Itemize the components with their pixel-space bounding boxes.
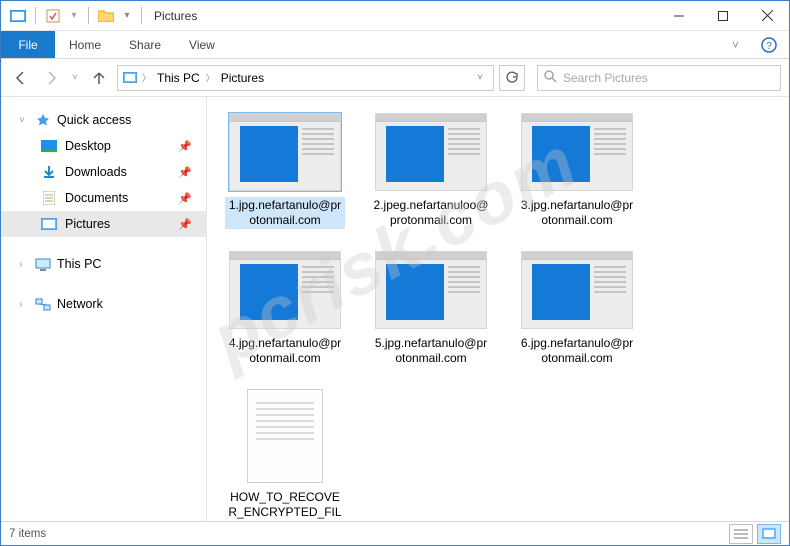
file-name: 2.jpeg.nefartanuloo@protonmail.com	[371, 197, 491, 229]
search-icon	[544, 70, 557, 86]
file-item[interactable]: 4.jpg.nefartanulo@protonmail.com	[223, 251, 347, 367]
status-bar: 7 items	[1, 521, 789, 545]
minimize-button[interactable]	[657, 1, 701, 31]
thumbnails-view-button[interactable]	[757, 524, 781, 544]
folder-dropdown-icon[interactable]: ▾	[121, 10, 133, 21]
qat-divider-2	[88, 7, 89, 25]
address-dropdown-icon[interactable]: ˅	[471, 72, 489, 83]
location-icon	[122, 70, 138, 86]
forward-button[interactable]	[39, 66, 63, 90]
chevron-down-icon[interactable]: ˅	[19, 115, 29, 126]
properties-icon[interactable]	[44, 7, 62, 25]
sidebar-item-pictures[interactable]: Pictures 📌	[1, 211, 206, 237]
details-view-button[interactable]	[729, 524, 753, 544]
file-item[interactable]: 1.jpg.nefartanulo@protonmail.com	[223, 113, 347, 229]
title-bar: ▾ ▾ Pictures	[1, 1, 789, 31]
file-item[interactable]: 2.jpeg.nefartanuloo@protonmail.com	[369, 113, 493, 229]
file-item[interactable]: 3.jpg.nefartanulo@protonmail.com	[515, 113, 639, 229]
sidebar-item-downloads[interactable]: Downloads 📌	[1, 159, 206, 185]
file-name: 1.jpg.nefartanulo@protonmail.com	[225, 197, 345, 229]
chevron-right-icon[interactable]: ›	[19, 259, 29, 270]
tab-home[interactable]: Home	[55, 31, 115, 58]
pictures-icon	[41, 216, 57, 232]
downloads-icon	[41, 164, 57, 180]
back-button[interactable]	[9, 66, 33, 90]
file-name: 4.jpg.nefartanulo@protonmail.com	[225, 335, 345, 367]
tab-share[interactable]: Share	[115, 31, 175, 58]
file-tab[interactable]: File	[1, 31, 55, 58]
documents-icon	[41, 190, 57, 206]
refresh-button[interactable]	[499, 65, 525, 91]
search-box[interactable]	[537, 65, 781, 91]
text-file-icon	[247, 389, 323, 483]
sidebar-item-desktop[interactable]: Desktop 📌	[1, 133, 206, 159]
app-icon	[9, 7, 27, 25]
history-dropdown-icon[interactable]: ˅	[69, 72, 81, 83]
sidebar-quick-access[interactable]: ˅ Quick access	[1, 107, 206, 133]
file-name: 5.jpg.nefartanulo@protonmail.com	[371, 335, 491, 367]
up-button[interactable]	[87, 66, 111, 90]
qat-dropdown-icon[interactable]: ▾	[68, 10, 80, 21]
item-count: 7 items	[9, 528, 46, 540]
file-name: 6.jpg.nefartanulo@protonmail.com	[517, 335, 637, 367]
body: ˅ Quick access Desktop 📌 Downloads 📌 Doc…	[1, 97, 789, 521]
file-list[interactable]: 1.jpg.nefartanulo@protonmail.com 2.jpeg.n…	[207, 97, 789, 521]
file-item[interactable]: 6.jpg.nefartanulo@protonmail.com	[515, 251, 639, 367]
sidebar-this-pc[interactable]: › This PC	[1, 251, 206, 277]
close-button[interactable]	[745, 1, 789, 31]
breadcrumb-this-pc[interactable]: This PC	[155, 71, 202, 85]
star-icon	[35, 112, 51, 128]
ribbon: File Home Share View ˅ ?	[1, 31, 789, 59]
window-title: Pictures	[154, 9, 197, 23]
ribbon-expand-icon[interactable]: ˅	[722, 31, 749, 58]
sidebar-label: Quick access	[57, 113, 131, 127]
address-bar[interactable]: 〉 This PC 〉 Pictures ˅	[117, 65, 494, 91]
search-input[interactable]	[563, 71, 774, 85]
address-bar-row: ˅ 〉 This PC 〉 Pictures ˅	[1, 59, 789, 97]
file-name: HOW_TO_RECOVER_ENCRYPTED_FILES.txt	[225, 489, 345, 521]
breadcrumb-pictures[interactable]: Pictures	[219, 71, 266, 85]
tab-view[interactable]: View	[175, 31, 229, 58]
quick-access-toolbar: ▾ ▾ Pictures	[1, 7, 205, 25]
svg-text:?: ?	[766, 41, 772, 52]
chevron-right-icon[interactable]: 〉	[142, 71, 151, 84]
pin-icon: 📌	[178, 140, 192, 153]
image-thumbnail	[521, 251, 633, 329]
sidebar-network[interactable]: › Network	[1, 291, 206, 317]
chevron-right-icon[interactable]: 〉	[206, 71, 215, 84]
pin-icon: 📌	[178, 166, 192, 179]
network-icon	[35, 296, 51, 312]
image-thumbnail	[229, 251, 341, 329]
computer-icon	[35, 256, 51, 272]
maximize-button[interactable]	[701, 1, 745, 31]
image-thumbnail	[375, 113, 487, 191]
file-item[interactable]: HOW_TO_RECOVER_ENCRYPTED_FILES.txt	[223, 389, 347, 521]
navigation-pane: ˅ Quick access Desktop 📌 Downloads 📌 Doc…	[1, 97, 207, 521]
sidebar-item-documents[interactable]: Documents 📌	[1, 185, 206, 211]
desktop-icon	[41, 138, 57, 154]
qat-divider-3	[141, 7, 142, 25]
image-thumbnail	[521, 113, 633, 191]
chevron-right-icon[interactable]: ›	[19, 299, 29, 310]
image-thumbnail	[375, 251, 487, 329]
image-thumbnail	[229, 113, 341, 191]
pin-icon: 📌	[178, 192, 192, 205]
help-icon[interactable]: ?	[749, 31, 789, 58]
pin-icon: 📌	[178, 218, 192, 231]
qat-divider	[35, 7, 36, 25]
file-item[interactable]: 5.jpg.nefartanulo@protonmail.com	[369, 251, 493, 367]
folder-icon	[97, 7, 115, 25]
file-name: 3.jpg.nefartanulo@protonmail.com	[517, 197, 637, 229]
